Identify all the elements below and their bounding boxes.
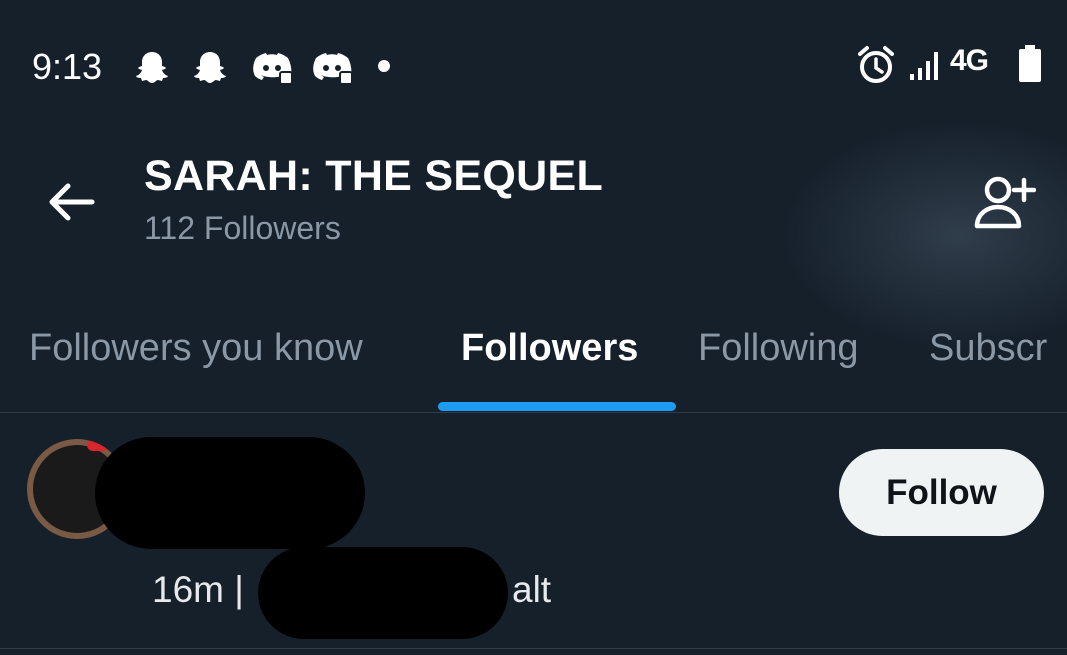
discord-icon (313, 53, 353, 85)
status-bar: 9:13 4G (0, 0, 1067, 130)
back-arrow-icon[interactable] (44, 180, 98, 224)
follow-button[interactable]: Follow (839, 449, 1044, 536)
tab-followers-you-know[interactable]: Followers you know (29, 327, 363, 370)
status-time: 9:13 (32, 46, 103, 87)
dot-icon (378, 60, 390, 72)
active-tab-indicator (438, 402, 676, 411)
signal-icon (910, 52, 938, 80)
battery-icon (1019, 45, 1041, 82)
network-type: 4G (950, 44, 989, 77)
bio-text-end: alt (512, 569, 552, 610)
tab-subscriptions[interactable]: Subscr (929, 327, 1047, 370)
redacted-name (95, 437, 365, 549)
bio-text-start: 16m | (152, 569, 244, 610)
page-title: SARAH: THE SEQUEL (144, 152, 604, 200)
discord-icon (253, 53, 293, 85)
tab-following[interactable]: Following (698, 327, 859, 370)
snapchat-icon (194, 52, 226, 83)
add-user-icon[interactable] (972, 174, 1036, 230)
snapchat-icon (136, 52, 168, 83)
followers-count: 112 Followers (144, 210, 341, 246)
tab-followers[interactable]: Followers (461, 327, 638, 370)
alarm-icon (858, 46, 894, 83)
tab-bar: Followers you know Followers Following S… (0, 300, 1067, 413)
list-item[interactable]: 16m | alt Follow (0, 413, 1067, 649)
redacted-bio (258, 547, 508, 639)
